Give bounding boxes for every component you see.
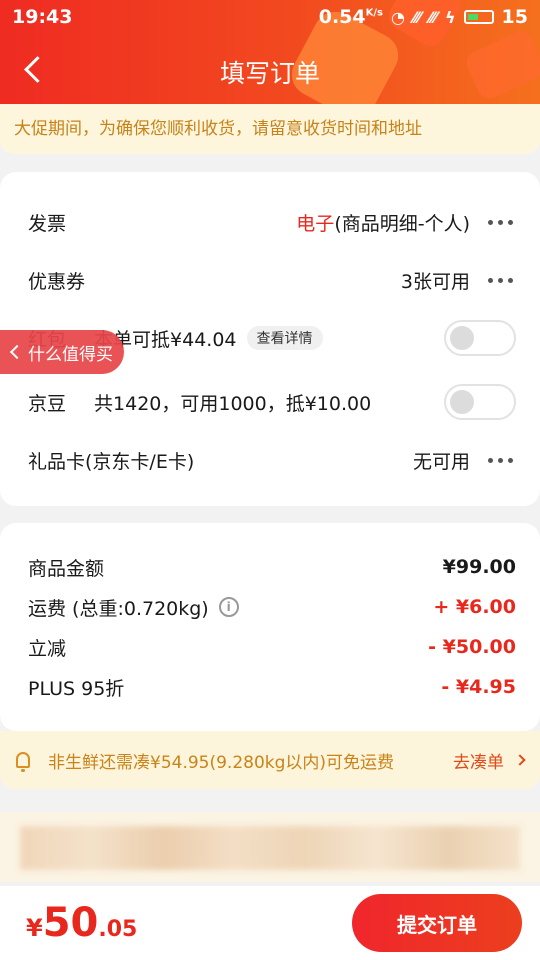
add-items-link[interactable]: 去凑单 [453, 748, 526, 773]
status-indicators: 0.54K/s ◔ ⁄⁄⁄ ⁄⁄⁄ ϟ 15 [319, 6, 528, 28]
add-items-label: 去凑单 [453, 752, 504, 773]
goods-amount-label: 商品金额 [28, 557, 105, 580]
battery-icon [463, 10, 494, 24]
promo-notice: 大促期间，为确保您顺利收货，请留意收货时间和地址 [0, 104, 540, 154]
info-icon[interactable]: i [218, 597, 239, 617]
plus-discount-label: PLUS 95折 [28, 677, 125, 700]
price-summary-card: 商品金额 ¥99.00 运费 (总重:0.720kg) i + ¥6.00 立减… [0, 523, 540, 731]
invoice-type: 电子 [296, 212, 335, 235]
chevron-left-icon [9, 344, 25, 360]
giftcard-row[interactable]: 礼品卡(京东卡/E卡) 无可用 [28, 440, 516, 480]
more-icon[interactable] [486, 455, 516, 465]
plus-discount-row: PLUS 95折 - ¥4.95 [28, 667, 516, 707]
free-shipping-text: 非生鲜还需凑¥54.95(9.280kg以内)可免运费 [48, 752, 395, 773]
float-tag-label: 什么值得买 [28, 344, 113, 365]
plus-discount-amount: - ¥4.95 [441, 676, 516, 698]
coupon-row[interactable]: 优惠券 3张可用 [28, 260, 516, 300]
order-total: ¥50.05 [26, 900, 137, 946]
page-title: 填写订单 [219, 59, 320, 88]
more-icon[interactable] [486, 217, 516, 227]
jingdou-toggle[interactable] [444, 384, 516, 420]
blurred-text [20, 826, 520, 870]
net-speed: 0.54K/s [318, 6, 383, 28]
battery-level: 15 [501, 6, 528, 28]
discount-row: 立减 - ¥50.00 [28, 627, 516, 667]
more-icon[interactable] [486, 275, 516, 285]
bell-icon [16, 752, 30, 772]
signal-4g-icon: ⁄⁄⁄ [428, 7, 437, 27]
total-currency: ¥ [26, 914, 43, 942]
invoice-row[interactable]: 发票 电子 (商品明细-个人) [28, 202, 516, 242]
shipping-label: 运费 (总重:0.720kg) [28, 597, 209, 620]
charging-icon: ϟ [444, 7, 456, 27]
invoice-label: 发票 [28, 212, 67, 235]
blurred-content [0, 812, 540, 882]
total-decimal: .05 [98, 917, 138, 942]
bottom-bar: ¥50.05 提交订单 [0, 886, 540, 960]
invoice-detail: (商品明细-个人) [334, 212, 470, 235]
hongbao-toggle[interactable] [444, 320, 516, 356]
shipping-amount: + ¥6.00 [433, 596, 516, 618]
jingdou-label: 京豆 [28, 392, 67, 415]
signal-icon: ⁄⁄⁄ [412, 7, 421, 27]
coupon-value: 3张可用 [400, 270, 470, 293]
shipping-row: 运费 (总重:0.720kg) i + ¥6.00 [28, 587, 516, 627]
coupon-label: 优惠券 [28, 270, 86, 293]
free-shipping-tip: 非生鲜还需凑¥54.95(9.280kg以内)可免运费 去凑单 [0, 731, 540, 789]
status-bar: 19:43 0.54K/s ◔ ⁄⁄⁄ ⁄⁄⁄ ϟ 15 [0, 0, 540, 34]
view-details-button[interactable]: 查看详情 [246, 326, 323, 350]
nav-bar: 填写订单 [0, 40, 540, 100]
submit-order-button[interactable]: 提交订单 [352, 894, 522, 952]
toggle-knob [450, 326, 474, 350]
toggle-knob [450, 390, 474, 414]
giftcard-value: 无可用 [412, 450, 470, 473]
header: 19:43 0.54K/s ◔ ⁄⁄⁄ ⁄⁄⁄ ϟ 15 填写订单 [0, 0, 540, 110]
smzdm-float-tag[interactable]: 什么值得买 [0, 330, 124, 374]
alarm-icon: ◔ [390, 7, 405, 27]
goods-amount-row: 商品金额 ¥99.00 [28, 547, 516, 587]
total-integer: 50 [42, 900, 99, 946]
goods-amount: ¥99.00 [442, 556, 516, 578]
chevron-right-icon [514, 754, 526, 766]
status-time: 19:43 [12, 6, 73, 28]
discount-label: 立减 [28, 637, 67, 660]
discount-amount: - ¥50.00 [428, 636, 516, 658]
giftcard-label: 礼品卡(京东卡/E卡) [28, 450, 195, 473]
jingdou-desc: 共1420，可用1000，抵¥10.00 [94, 392, 372, 415]
jingdou-row: 京豆 共1420，可用1000，抵¥10.00 [28, 382, 516, 422]
